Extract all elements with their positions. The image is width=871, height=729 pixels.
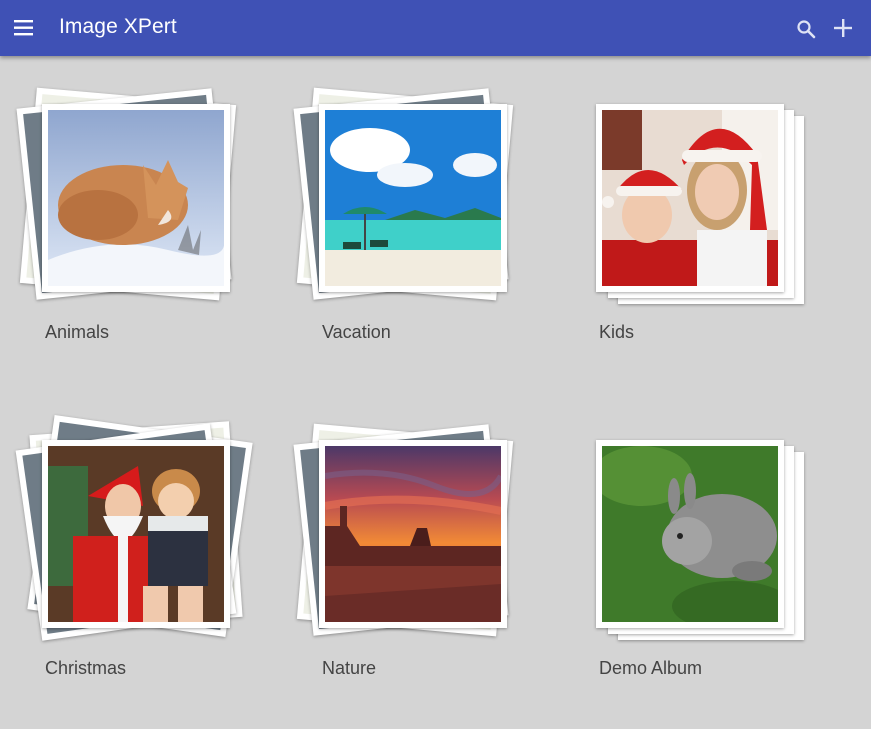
album-label: Christmas xyxy=(45,658,127,678)
desert-sunset-photo xyxy=(325,446,501,622)
rabbit-photo xyxy=(602,446,778,622)
album-demo[interactable]: Demo Album xyxy=(554,336,804,678)
santa-photo xyxy=(48,446,224,622)
menu-icon[interactable] xyxy=(13,18,35,38)
album-cover-image xyxy=(596,104,784,292)
album-cover-image xyxy=(319,440,507,628)
app-bar: Image XPert xyxy=(0,0,871,56)
app-title: Image XPert xyxy=(59,15,177,38)
album-cover-image xyxy=(596,440,784,628)
album-cover-image xyxy=(42,104,230,292)
album-nature[interactable]: Nature xyxy=(277,336,517,678)
add-icon[interactable] xyxy=(832,17,854,39)
fox-photo xyxy=(48,110,224,286)
search-icon[interactable] xyxy=(796,19,816,39)
kids-photo xyxy=(602,110,778,286)
album-label: Nature xyxy=(322,658,377,678)
album-christmas[interactable]: Christmas xyxy=(0,336,253,678)
album-cover-image xyxy=(319,104,507,292)
album-cover-image xyxy=(42,440,230,628)
beach-photo xyxy=(325,110,501,286)
album-label: Demo Album xyxy=(599,658,703,678)
